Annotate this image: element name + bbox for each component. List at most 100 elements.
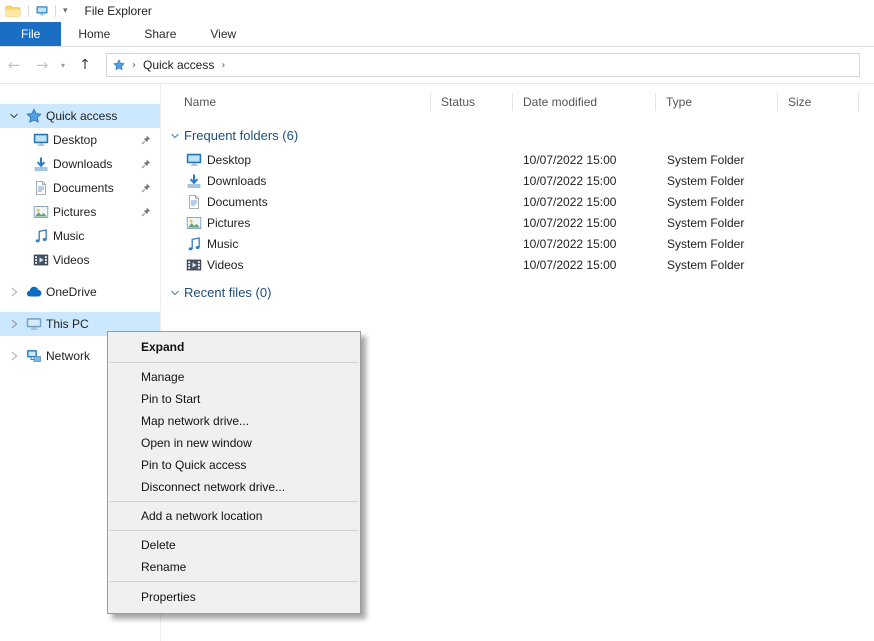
- breadcrumb-chevron-icon[interactable]: ›: [218, 60, 228, 71]
- file-name: Desktop: [207, 153, 251, 167]
- file-row-pictures[interactable]: Pictures 10/07/2022 15:00 System Folder: [161, 212, 874, 233]
- file-type: System Folder: [656, 216, 778, 230]
- file-date-modified: 10/07/2022 15:00: [513, 258, 656, 272]
- sidebar-item-documents[interactable]: Documents: [0, 176, 160, 200]
- group-header-frequent-folders[interactable]: Frequent folders (6): [161, 126, 874, 145]
- file-date-modified: 10/07/2022 15:00: [513, 195, 656, 209]
- menu-item-disconnect-network-drive[interactable]: Disconnect network drive...: [108, 476, 360, 498]
- file-name: Videos: [207, 258, 243, 272]
- menu-item-pin-to-start[interactable]: Pin to Start: [108, 388, 360, 410]
- sidebar-item-label: Music: [53, 229, 84, 243]
- menu-item-manage[interactable]: Manage: [108, 366, 360, 388]
- file-row-desktop[interactable]: Desktop 10/07/2022 15:00 System Folder: [161, 149, 874, 170]
- network-icon: [26, 348, 42, 364]
- qat-separator: [55, 5, 56, 17]
- menu-item-delete[interactable]: Delete: [108, 534, 360, 556]
- file-type: System Folder: [656, 258, 778, 272]
- file-date-modified: 10/07/2022 15:00: [513, 237, 656, 251]
- documents-icon: [186, 194, 202, 210]
- menu-item-add-network-location[interactable]: Add a network location: [108, 505, 360, 527]
- tab-home[interactable]: Home: [61, 22, 127, 46]
- sidebar-item-music[interactable]: Music: [0, 224, 160, 248]
- frequent-folders-list: Desktop 10/07/2022 15:00 System Folder D…: [161, 149, 874, 275]
- tab-share[interactable]: Share: [127, 22, 193, 46]
- pictures-icon: [186, 215, 202, 231]
- group-header-recent-files[interactable]: Recent files (0): [161, 283, 874, 302]
- sidebar-item-pictures[interactable]: Pictures: [0, 200, 160, 224]
- back-button-icon[interactable]: ←: [0, 56, 28, 74]
- sidebar-item-label: Videos: [53, 253, 89, 267]
- videos-icon: [33, 252, 49, 268]
- sidebar-item-label: Quick access: [46, 109, 117, 123]
- sidebar-item-label: Network: [46, 349, 90, 363]
- file-type: System Folder: [656, 153, 778, 167]
- file-row-videos[interactable]: Videos 10/07/2022 15:00 System Folder: [161, 254, 874, 275]
- videos-icon: [186, 257, 202, 273]
- music-icon: [33, 228, 49, 244]
- file-row-music[interactable]: Music 10/07/2022 15:00 System Folder: [161, 233, 874, 254]
- menu-separator: [110, 362, 358, 363]
- group-header-label: Frequent folders (6): [184, 128, 298, 143]
- documents-icon: [33, 180, 49, 196]
- breadcrumb-quick-access[interactable]: Quick access: [143, 58, 214, 72]
- file-date-modified: 10/07/2022 15:00: [513, 174, 656, 188]
- qat-properties-icon[interactable]: [36, 5, 48, 17]
- tab-file[interactable]: File: [0, 22, 61, 46]
- file-name: Pictures: [207, 216, 250, 230]
- menu-item-pin-to-quick-access[interactable]: Pin to Quick access: [108, 454, 360, 476]
- menu-separator: [110, 530, 358, 531]
- menu-item-expand[interactable]: Expand: [108, 335, 360, 359]
- file-date-modified: 10/07/2022 15:00: [513, 153, 656, 167]
- chevron-down-icon[interactable]: [169, 130, 181, 142]
- pin-icon: [140, 158, 152, 170]
- sidebar-item-desktop[interactable]: Desktop: [0, 128, 160, 152]
- navigation-bar: ← → ▾ ↑ › Quick access ›: [0, 47, 874, 84]
- title-bar: ▾ File Explorer: [0, 0, 874, 22]
- address-bar[interactable]: › Quick access ›: [106, 53, 860, 77]
- sidebar-item-onedrive[interactable]: OneDrive: [0, 280, 160, 304]
- menu-item-rename[interactable]: Rename: [108, 556, 360, 578]
- breadcrumb-chevron-icon[interactable]: ›: [129, 60, 139, 71]
- menu-separator: [110, 501, 358, 502]
- forward-button-icon[interactable]: →: [28, 56, 56, 74]
- chevron-down-icon[interactable]: [169, 287, 181, 299]
- file-row-documents[interactable]: Documents 10/07/2022 15:00 System Folder: [161, 191, 874, 212]
- file-type: System Folder: [656, 195, 778, 209]
- file-row-downloads[interactable]: Downloads 10/07/2022 15:00 System Folder: [161, 170, 874, 191]
- desktop-icon: [186, 152, 202, 168]
- chevron-right-icon[interactable]: [8, 318, 20, 330]
- desktop-icon: [33, 132, 49, 148]
- pictures-icon: [33, 204, 49, 220]
- chevron-right-icon[interactable]: [8, 350, 20, 362]
- chevron-right-icon[interactable]: [8, 286, 20, 298]
- pin-icon: [140, 206, 152, 218]
- qat-customize-dropdown-icon[interactable]: ▾: [63, 6, 68, 16]
- tab-view[interactable]: View: [193, 22, 253, 46]
- column-header-size[interactable]: Size: [778, 93, 859, 111]
- context-menu: Expand Manage Pin to Start Map network d…: [107, 331, 361, 614]
- sidebar-item-videos[interactable]: Videos: [0, 248, 160, 272]
- column-header-status[interactable]: Status: [431, 93, 513, 111]
- menu-item-properties[interactable]: Properties: [108, 585, 360, 609]
- sidebar-item-quick-access[interactable]: Quick access: [0, 104, 160, 128]
- this-pc-icon: [26, 316, 42, 332]
- up-button-icon[interactable]: ↑: [70, 57, 100, 73]
- chevron-down-icon[interactable]: [8, 110, 20, 122]
- file-type: System Folder: [656, 237, 778, 251]
- file-name: Documents: [207, 195, 268, 209]
- column-header-date-modified[interactable]: Date modified: [513, 93, 656, 111]
- downloads-icon: [186, 173, 202, 189]
- file-type: System Folder: [656, 174, 778, 188]
- menu-item-open-in-new-window[interactable]: Open in new window: [108, 432, 360, 454]
- menu-item-map-network-drive[interactable]: Map network drive...: [108, 410, 360, 432]
- sidebar-item-label: OneDrive: [46, 285, 97, 299]
- column-header-type[interactable]: Type: [656, 93, 778, 111]
- column-header-name[interactable]: Name: [171, 93, 431, 111]
- quick-access-star-icon: [26, 108, 42, 124]
- quick-access-star-icon[interactable]: [113, 59, 125, 71]
- column-header-row: Name Status Date modified Type Size: [161, 90, 874, 114]
- sidebar-item-downloads[interactable]: Downloads: [0, 152, 160, 176]
- ribbon-tab-bar: File Home Share View: [0, 22, 874, 47]
- file-name: Downloads: [207, 174, 266, 188]
- history-dropdown-icon[interactable]: ▾: [56, 61, 70, 70]
